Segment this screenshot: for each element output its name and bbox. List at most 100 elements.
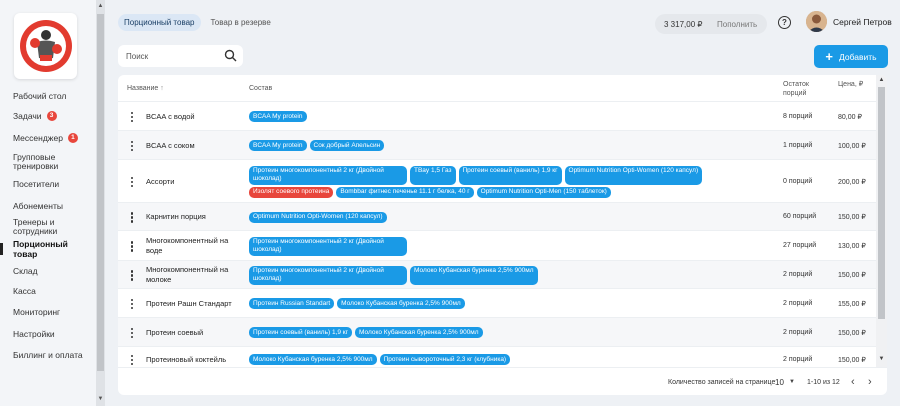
kebab-menu-icon[interactable] [130,270,134,281]
ingredient-chip[interactable]: TBay 1,5 Газ [410,165,456,185]
kebab-menu-icon[interactable] [130,212,134,223]
balance-amount: 3 317,00 ₽ [664,19,703,29]
ingredient-chip[interactable]: Протеин многокомпонентный 2 кг (Двойной … [249,265,407,285]
tab-portion-goods[interactable]: Порционный товар [118,14,201,31]
product-name[interactable]: Ассорти [146,177,236,187]
table-row[interactable]: Протеин соевый Протеин соевый (ваниль) 1,… [118,317,876,346]
ingredient-chip[interactable]: Optimum Nutrition Opti-Men (150 таблеток… [476,186,611,198]
sidebar-scrollbar[interactable]: ▲ ▼ [96,0,105,406]
tab-reserved-goods[interactable]: Товар в резерве [205,14,277,31]
ingredient-chip[interactable]: Изолят соевого протеина [249,186,334,198]
ingredient-chip[interactable]: Молоко Кубанская буренка 2,5% 900мл [355,327,483,338]
help-icon[interactable]: ? [778,16,791,29]
product-name[interactable]: BCAA с водой [146,112,236,122]
ingredient-chip[interactable]: Optimum Nutrition Opti-Women (120 капсул… [249,211,387,223]
scroll-down-arrow-icon[interactable]: ▼ [877,356,886,362]
ingredient-chip[interactable]: Молоко Кубанская буренка 2,5% 900мл [410,265,538,285]
kebab-menu-icon[interactable] [130,327,134,339]
ingredient-chip[interactable]: Молоко Кубанская буренка 2,5% 900мл [249,354,377,365]
ingredient-chip[interactable]: Протеин Russian Standart [249,298,335,309]
sidebar-item-label: Порционный товар [13,239,68,259]
ingredient-chip[interactable]: Optimum Nutrition Opti-Women (120 капсул… [564,165,703,185]
sidebar-item[interactable]: Склад [0,264,90,278]
ingredient-chip[interactable]: Сок добрый Апельсин [309,140,385,151]
table-row[interactable]: Многокомпонентный на молоке Протеин много… [118,260,876,288]
stock-value: 2 порций [783,271,813,278]
product-name[interactable]: BCAA с соком [146,141,236,151]
sidebar-item[interactable]: Посетители [0,177,90,191]
sidebar-item[interactable]: Тренеры и сотрудники [0,217,90,237]
ingredient-chip[interactable]: BCAA My protein [249,140,307,151]
ingredient-chip[interactable]: Протеин соевый (ваниль) 1,9 кг [458,165,562,185]
composition-chips: Протеин многокомпонентный 2 кг (Двойной … [249,236,739,256]
search-input[interactable] [126,51,216,61]
sidebar-scrollbar-thumb[interactable] [97,14,104,371]
product-name[interactable]: Протеин соевый [146,328,236,338]
avatar[interactable] [806,11,827,32]
product-name[interactable]: Многокомпонентный на воде [146,236,236,256]
table-row[interactable]: Многокомпонентный на воде Протеин многоко… [118,230,876,260]
kebab-menu-icon[interactable] [130,354,134,366]
ingredient-chip[interactable]: Протеин соевый (ваниль) 1,9 кг [249,327,353,338]
product-name[interactable]: Протеиновый коктейль [146,355,236,365]
product-name[interactable]: Многокомпонентный на молоке [146,265,236,285]
price-value: 130,00 ₽ [838,243,866,250]
ingredient-chip[interactable]: Bombbar фитнес печенье 11.1 г белка, 40 … [336,186,474,198]
table-row[interactable]: Карнитин порция Optimum Nutrition Opti-Wo… [118,202,876,230]
kebab-menu-icon[interactable] [130,111,134,123]
ingredient-chip[interactable]: BCAA My protein [249,111,307,122]
user-menu[interactable]: Сергей Петров [806,11,892,32]
plus-icon: + [825,49,833,64]
club-logo[interactable] [14,13,77,79]
sidebar-item[interactable]: Задачи 3 [0,109,90,123]
ingredient-chip[interactable]: Протеин сывороточный 2,3 кг (клубника) [379,354,511,365]
kebab-menu-icon[interactable] [130,176,134,188]
sidebar-item[interactable]: Абонементы [0,199,90,213]
kebab-menu-icon[interactable] [130,298,134,310]
table-footer: Количество записей на странице 10 ▼ 1-10… [118,367,887,395]
table-row[interactable]: BCAA с соком BCAA My protein Сок добрый Ап… [118,130,876,159]
chevron-right-icon[interactable]: › [868,376,872,388]
stock-value: 0 порций [783,177,813,185]
search-icon[interactable] [224,49,237,62]
sidebar-item-label: Касса [13,286,36,296]
price-value: 150,00 ₽ [838,272,866,279]
table-row[interactable]: BCAA с водой BCAA My protein 8 порций 80,00… [118,101,876,130]
kebab-menu-icon[interactable] [130,241,134,252]
sidebar-item[interactable]: Порционный товар [0,239,90,259]
column-header-name[interactable]: Название ↑ [127,85,164,92]
ingredient-chip[interactable]: Протеин многокомпонентный 2 кг (Двойной … [249,165,407,185]
page-range: 1-10 из 12 [807,379,840,386]
kebab-menu-icon[interactable] [130,140,134,152]
sidebar-item[interactable]: Мессенджер 1 [0,131,90,145]
user-avatar-icon [806,11,827,32]
scroll-up-arrow-icon[interactable]: ▲ [97,2,104,11]
table-row[interactable]: Протеиновый коктейль Молоко Кубанская бур… [118,346,876,367]
sidebar-item-label: Посетители [13,179,60,189]
composition-chips: Протеин многокомпонентный 2 кг (Двойной … [249,265,739,285]
sidebar-item[interactable]: Биллинг и оплата [0,348,90,362]
table-row[interactable]: Протеин Рашн Стандарт Протеин Russian Sta… [118,288,876,317]
sort-up-icon[interactable]: ↑ [160,85,164,92]
page-size-select[interactable]: 10 [775,378,784,387]
sidebar-item[interactable]: Настройки [0,327,90,341]
product-name[interactable]: Протеин Рашн Стандарт [146,299,236,309]
table-row[interactable]: Ассорти Протеин многокомпонентный 2 кг (Д… [118,159,876,202]
ingredient-chip[interactable]: Молоко Кубанская буренка 2,5% 900мл [337,298,465,309]
chevron-left-icon[interactable]: ‹ [851,376,855,388]
stock-value: 8 порций [783,112,813,120]
add-button[interactable]: + Добавить [814,45,888,68]
notification-badge: 3 [46,111,57,121]
sidebar-item[interactable]: Касса [0,284,90,298]
product-name[interactable]: Карнитин порция [146,212,236,222]
topup-button[interactable]: Пополнить [711,20,757,29]
scroll-down-arrow-icon[interactable]: ▼ [97,395,104,404]
ingredient-chip[interactable]: Протеин многокомпонентный 2 кг (Двойной … [249,236,407,256]
scroll-up-arrow-icon[interactable]: ▲ [877,77,886,83]
table-scrollbar[interactable]: ▲ ▼ [876,75,887,367]
sidebar-item[interactable]: Групповые тренировки [0,152,90,172]
sidebar-item[interactable]: Мониторинг [0,305,90,319]
sidebar-item[interactable]: Рабочий стол [0,89,90,103]
table-scrollbar-thumb[interactable] [878,87,885,319]
caret-down-icon[interactable]: ▼ [789,379,795,385]
